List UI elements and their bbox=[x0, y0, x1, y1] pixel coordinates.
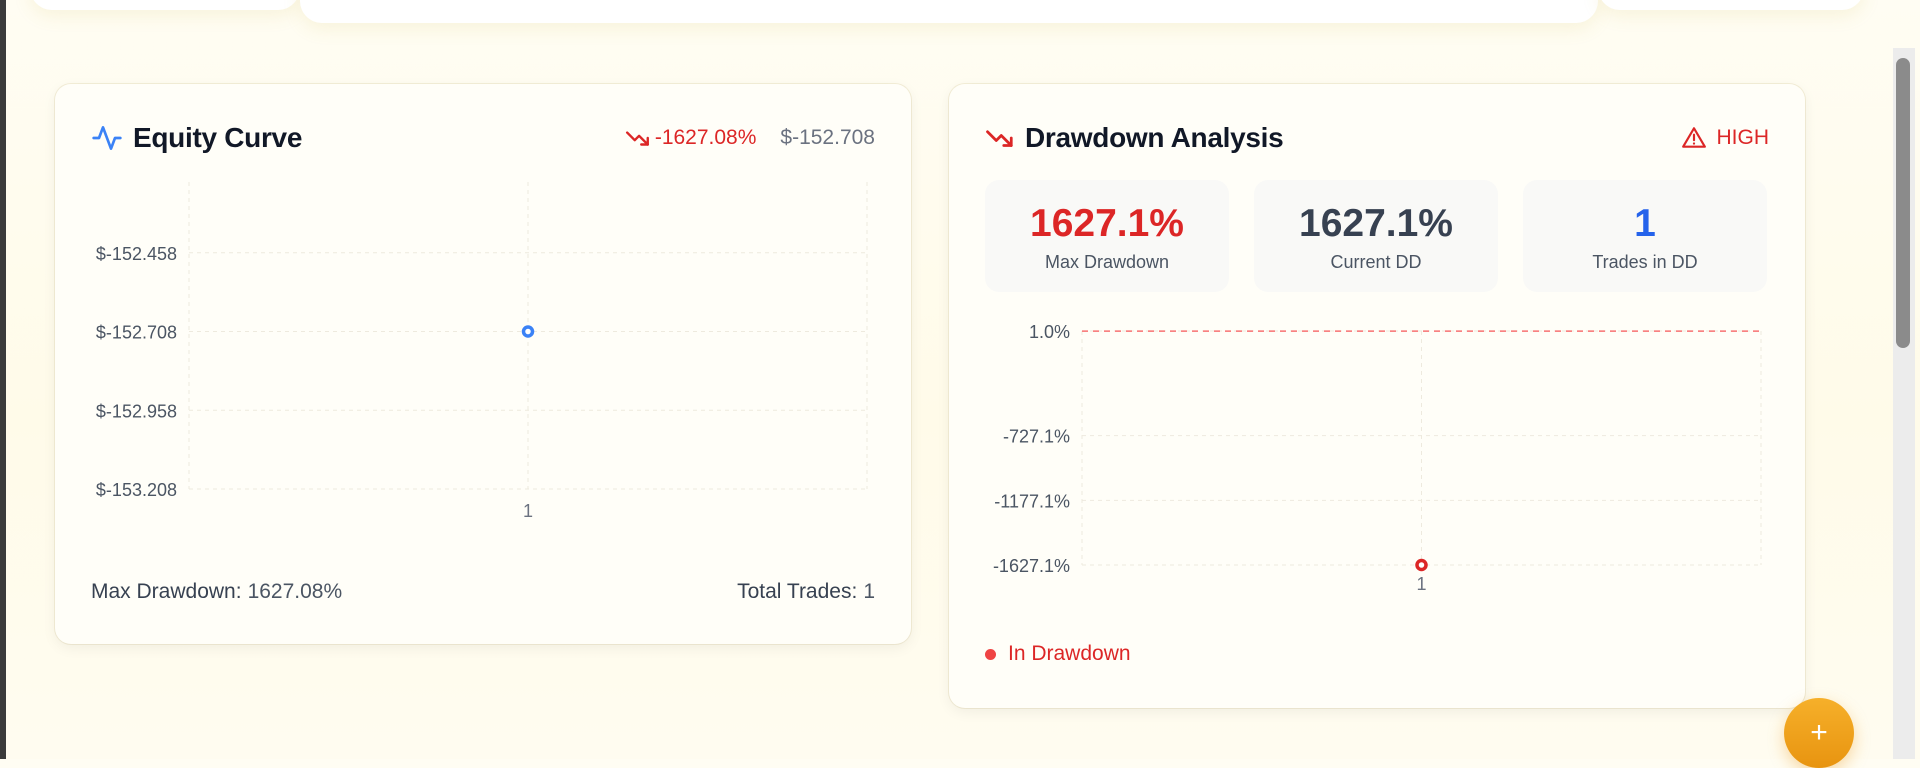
equity-curve-title: Equity Curve bbox=[133, 122, 303, 153]
equity-max-drawdown-value: 1627.08% bbox=[247, 580, 343, 603]
legend-dot bbox=[985, 648, 996, 660]
y-tick-label: -1627.1% bbox=[993, 556, 1070, 576]
equity-change-pct: -1627.08% bbox=[654, 126, 757, 149]
stat-trades-in-dd: 1 Trades in DD bbox=[1523, 180, 1767, 292]
stat-value: 1 bbox=[1634, 202, 1656, 245]
drawdown-analysis-card: Drawdown Analysis HIGH 1627.1% Max Drawd… bbox=[949, 84, 1805, 708]
drawdown-header: Drawdown Analysis HIGH bbox=[985, 120, 1769, 156]
stat-label: Max Drawdown bbox=[1044, 252, 1170, 272]
equity-footer: Max Drawdown: 1627.08% Total Trades: 1 bbox=[91, 580, 875, 604]
window-edge bbox=[0, 0, 6, 759]
legend-label: In Drawdown bbox=[1008, 642, 1131, 665]
top-panel-center bbox=[300, 0, 1598, 23]
trending-down-icon bbox=[986, 130, 1013, 147]
y-tick-label: $-153.208 bbox=[96, 480, 177, 500]
y-tick-label: $-152.208 bbox=[96, 182, 177, 185]
stat-label: Trades in DD bbox=[1592, 252, 1698, 272]
plus-icon: + bbox=[1810, 716, 1828, 749]
drawdown-chart: 1.0% -727.1% -1177.1% -1627.1% 1 bbox=[993, 322, 1762, 594]
drawdown-title: Drawdown Analysis bbox=[1025, 122, 1284, 153]
top-panel-left bbox=[30, 0, 300, 10]
equity-curve-card: Equity Curve -1627.08% $-152.708 $-152.2… bbox=[55, 84, 911, 644]
data-point bbox=[521, 325, 535, 338]
scrollbar-thumb[interactable] bbox=[1896, 58, 1910, 348]
top-panel-right bbox=[1598, 0, 1864, 10]
y-tick-label: -1177.1% bbox=[994, 491, 1070, 511]
x-tick-label: 1 bbox=[1416, 574, 1426, 594]
add-fab-button[interactable]: + bbox=[1784, 698, 1854, 768]
equity-total-trades-value: 1 bbox=[863, 580, 875, 603]
alert-triangle-icon bbox=[1681, 127, 1706, 148]
y-tick-label: $-152.708 bbox=[96, 323, 177, 343]
activity-icon bbox=[92, 126, 122, 150]
equity-max-drawdown-label: Max Drawdown: bbox=[91, 580, 242, 603]
stat-value: 1627.1% bbox=[1299, 202, 1453, 245]
equity-chart: $-152.208 $-152.458 $-152.708 $-152.958 $-15… bbox=[96, 182, 868, 521]
equity-curve-header: Equity Curve -1627.08% $-152.708 bbox=[91, 120, 875, 156]
equity-current-value: $-152.708 bbox=[780, 126, 875, 149]
y-tick-label: -727.1% bbox=[1003, 427, 1070, 447]
stat-current-dd: 1627.1% Current DD bbox=[1254, 180, 1498, 292]
drawdown-legend: In Drawdown bbox=[985, 642, 1131, 666]
trending-down-icon bbox=[625, 131, 649, 146]
x-tick-label: 1 bbox=[523, 501, 533, 521]
stat-label: Current DD bbox=[1330, 252, 1422, 272]
stat-value: 1627.1% bbox=[1030, 202, 1184, 245]
y-tick-label: $-152.458 bbox=[96, 244, 177, 264]
y-tick-label: $-152.958 bbox=[96, 401, 177, 421]
y-tick-label: 1.0% bbox=[1029, 322, 1070, 342]
equity-total-trades-label: Total Trades: bbox=[737, 580, 858, 603]
stat-max-drawdown: 1627.1% Max Drawdown bbox=[985, 180, 1229, 292]
data-point bbox=[1415, 558, 1428, 572]
risk-level-badge: HIGH bbox=[1716, 126, 1770, 149]
